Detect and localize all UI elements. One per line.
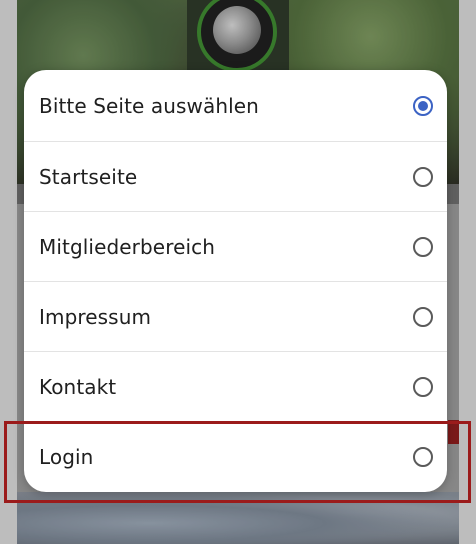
radio-unselected-icon[interactable]	[413, 306, 433, 327]
page: Bitte Seite auswählen Startseite Mitglie…	[0, 0, 476, 544]
page-select-dialog: Bitte Seite auswählen Startseite Mitglie…	[24, 70, 447, 492]
radio-unselected-icon[interactable]	[413, 376, 433, 397]
option-mitgliederbereich[interactable]: Mitgliederbereich	[24, 211, 447, 281]
option-label: Startseite	[39, 164, 138, 189]
option-label: Mitgliederbereich	[39, 234, 216, 259]
radio-unselected-icon[interactable]	[413, 236, 433, 257]
option-login[interactable]: Login	[24, 421, 447, 491]
radio-unselected-icon[interactable]	[413, 446, 433, 467]
option-label: Login	[39, 444, 94, 469]
option-label: Bitte Seite auswählen	[39, 93, 259, 118]
radio-selected-icon[interactable]	[413, 95, 433, 116]
option-label: Kontakt	[39, 374, 117, 399]
radio-unselected-icon[interactable]	[413, 166, 433, 187]
option-impressum[interactable]: Impressum	[24, 281, 447, 351]
option-kontakt[interactable]: Kontakt	[24, 351, 447, 421]
option-startseite[interactable]: Startseite	[24, 141, 447, 211]
option-bitte-seite-auswaehlen[interactable]: Bitte Seite auswählen	[24, 70, 447, 141]
option-label: Impressum	[39, 304, 152, 329]
